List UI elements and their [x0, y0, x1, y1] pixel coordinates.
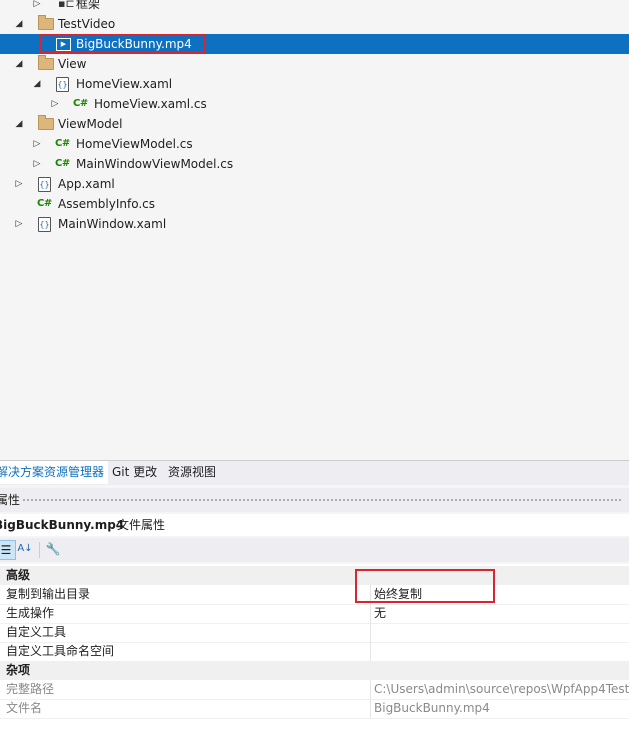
expand-arrow-icon[interactable]: ▷ — [32, 134, 42, 154]
xaml-file-icon: {} — [56, 76, 69, 92]
property-name: 自定义工具命名空间 — [6, 644, 115, 658]
expand-arrow-icon[interactable]: ▷ — [32, 154, 42, 174]
wrench-icon[interactable]: 🔧 — [44, 540, 62, 558]
tree-item-label: View — [58, 57, 87, 71]
properties-toolbar: ☰ A↓ 🔧 — [0, 538, 629, 562]
property-row-full-path[interactable]: 完整路径 C:\Users\admin\source\repos\WpfApp4… — [0, 680, 629, 700]
category-misc[interactable]: 杂项 — [0, 661, 629, 680]
property-value: BigBuckBunny.mp4 — [374, 701, 490, 715]
category-advanced[interactable]: 高级 — [0, 566, 629, 585]
xaml-file-icon: {} — [38, 216, 51, 232]
object-name: BigBuckBunny.mp4 — [0, 518, 125, 532]
value-highlight-box — [355, 569, 495, 603]
expand-arrow-icon[interactable]: ▷ — [14, 214, 24, 234]
tree-item-label: 框架 — [76, 0, 101, 11]
solution-explorer-tree: ▷ ▪⊏ 框架 ◢ TestVideo ▶ BigBuckBunny.mp4 ◢… — [0, 0, 629, 460]
sort-alphabetical-icon[interactable]: A↓ — [16, 540, 34, 558]
collapse-arrow-icon[interactable]: ◢ — [14, 114, 24, 134]
tree-row-app-xaml[interactable]: ▷ {} App.xaml — [0, 174, 629, 194]
tree-row-viewmodel[interactable]: ◢ ViewModel — [0, 114, 629, 134]
collapse-arrow-icon[interactable]: ◢ — [14, 14, 24, 34]
properties-grid: 高级 复制到输出目录 始终复制 生成操作 无 自定义工具 自定义工具命名空间 杂… — [0, 564, 629, 733]
property-row-custom-tool-namespace[interactable]: 自定义工具命名空间 — [0, 642, 629, 662]
tree-item-label: TestVideo — [58, 17, 116, 31]
references-icon: ▪⊏ — [58, 0, 75, 10]
tree-row-homeview-xaml[interactable]: ◢ {} HomeView.xaml — [0, 74, 629, 94]
tab-git-changes[interactable]: Git 更改 — [108, 461, 161, 484]
csharp-file-icon: C# — [55, 158, 70, 169]
property-name: 生成操作 — [6, 606, 55, 620]
selection-highlight-box — [40, 34, 206, 54]
folder-icon — [38, 115, 54, 132]
property-name: 自定义工具 — [6, 625, 67, 639]
tree-row-assemblyinfo[interactable]: C# AssemblyInfo.cs — [0, 194, 629, 214]
drag-grip[interactable] — [22, 498, 623, 502]
property-row-file-name[interactable]: 文件名 BigBuckBunny.mp4 — [0, 699, 629, 719]
folder-icon — [38, 55, 54, 72]
tree-row-view[interactable]: ◢ View — [0, 54, 629, 74]
property-value: C:\Users\admin\source\repos\WpfApp4Test — [374, 682, 629, 696]
tab-solution-explorer[interactable]: 解决方案资源管理器 — [0, 461, 109, 484]
expand-arrow-icon[interactable]: ▷ — [50, 94, 60, 114]
property-name: 复制到输出目录 — [6, 587, 91, 601]
tree-row-testvideo[interactable]: ◢ TestVideo — [0, 14, 629, 34]
property-name: 文件名 — [6, 701, 43, 715]
categorized-icon[interactable]: ☰ — [0, 540, 16, 560]
property-value[interactable]: 无 — [374, 604, 386, 623]
collapse-arrow-icon[interactable]: ◢ — [14, 54, 24, 74]
tree-item-label: ViewModel — [58, 117, 123, 131]
tree-item-label: MainWindowViewModel.cs — [76, 157, 234, 171]
tree-item-label: HomeView.xaml — [76, 77, 173, 91]
property-row-build-action[interactable]: 生成操作 无 — [0, 604, 629, 624]
category-label: 杂项 — [6, 663, 31, 677]
tree-item-label: HomeView.xaml.cs — [94, 97, 207, 111]
tree-item-label: App.xaml — [58, 177, 115, 191]
tab-resource-view[interactable]: 资源视图 — [164, 461, 220, 484]
properties-object-selector[interactable]: BigBuckBunny.mp4 文件属性 — [0, 514, 629, 536]
tree-row-mainwindowviewmodel[interactable]: ▷ C# MainWindowViewModel.cs — [0, 154, 629, 174]
folder-icon — [38, 15, 54, 32]
tool-window-tabs: 解决方案资源管理器 Git 更改 资源视图 — [0, 460, 629, 485]
tree-item-label: MainWindow.xaml — [58, 217, 167, 231]
tree-row-homeview-xaml-cs[interactable]: ▷ C# HomeView.xaml.cs — [0, 94, 629, 114]
toolbar-separator — [39, 542, 40, 558]
tree-row-references[interactable]: ▷ ▪⊏ 框架 — [0, 0, 629, 14]
expand-arrow-icon[interactable]: ▷ — [32, 0, 42, 14]
property-row-copy-to-output[interactable]: 复制到输出目录 始终复制 — [0, 585, 629, 605]
category-label: 高级 — [6, 568, 31, 582]
object-type: 文件属性 — [117, 518, 166, 532]
property-name: 完整路径 — [6, 682, 55, 696]
properties-title: 属性 — [0, 493, 21, 507]
csharp-file-icon: C# — [55, 138, 70, 149]
tree-item-label: HomeViewModel.cs — [76, 137, 193, 151]
properties-title-bar: 属性 — [0, 488, 629, 512]
tree-item-label: AssemblyInfo.cs — [58, 197, 156, 211]
collapse-arrow-icon[interactable]: ◢ — [32, 74, 42, 94]
tree-row-homeviewmodel[interactable]: ▷ C# HomeViewModel.cs — [0, 134, 629, 154]
csharp-file-icon: C# — [73, 98, 88, 109]
expand-arrow-icon[interactable]: ▷ — [14, 174, 24, 194]
tree-row-mainwindow-xaml[interactable]: ▷ {} MainWindow.xaml — [0, 214, 629, 234]
csharp-file-icon: C# — [37, 198, 52, 209]
property-row-custom-tool[interactable]: 自定义工具 — [0, 623, 629, 643]
xaml-file-icon: {} — [38, 176, 51, 192]
